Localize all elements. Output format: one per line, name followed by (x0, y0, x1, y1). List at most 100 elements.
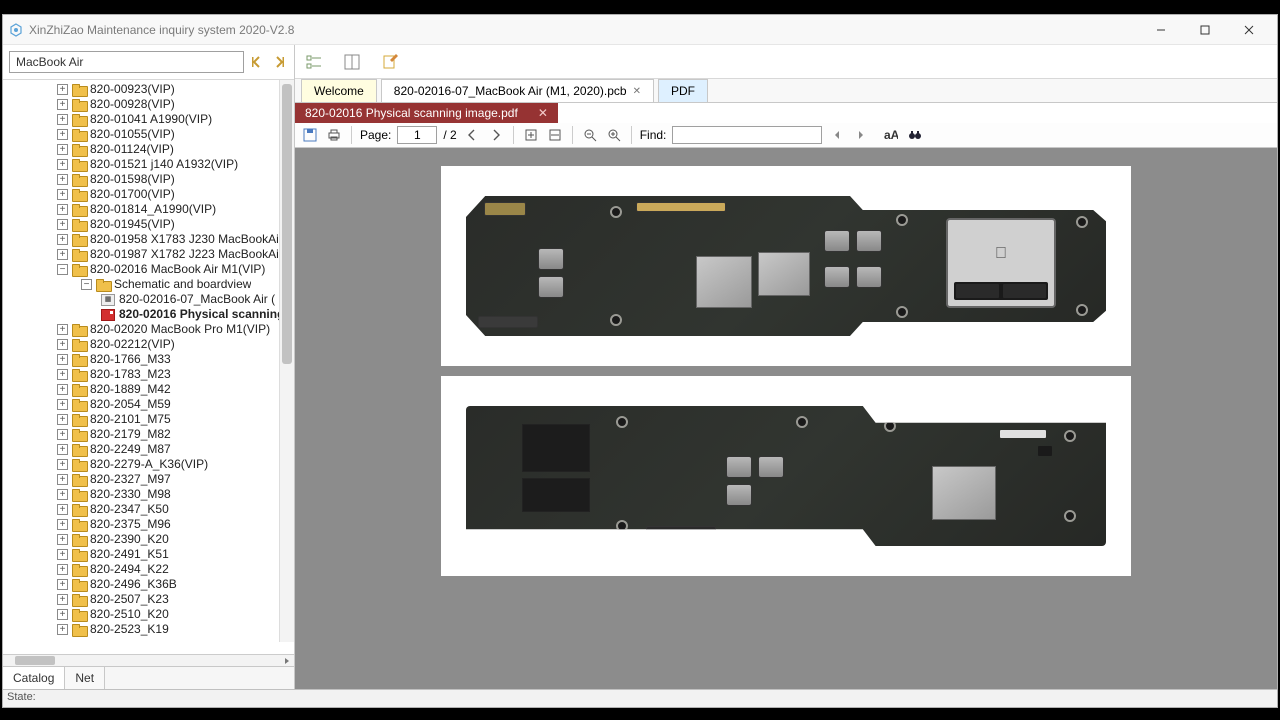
expand-icon[interactable]: + (57, 504, 68, 515)
collapse-icon[interactable]: − (57, 264, 68, 275)
expand-icon[interactable]: + (57, 99, 68, 110)
find-next-icon[interactable] (852, 126, 870, 144)
tree-item[interactable]: +820-2494_K22 (5, 562, 294, 577)
expand-icon[interactable]: + (57, 414, 68, 425)
page-input[interactable] (397, 126, 437, 144)
pdf-viewer[interactable]:  (295, 148, 1277, 689)
zoom-out-icon[interactable] (581, 126, 599, 144)
expand-icon[interactable]: + (57, 339, 68, 350)
tree-item[interactable]: +820-01055(VIP) (5, 127, 294, 142)
expand-icon[interactable]: + (57, 534, 68, 545)
tree-item[interactable]: +820-2523_K19 (5, 622, 294, 637)
next-match-icon[interactable] (270, 53, 288, 71)
expand-icon[interactable]: + (57, 129, 68, 140)
expand-icon[interactable]: + (57, 579, 68, 590)
tree-item[interactable]: +820-01958 X1783 J230 MacBookAir (5, 232, 294, 247)
tab-pdf[interactable]: PDF (658, 79, 708, 102)
expand-icon[interactable]: + (57, 459, 68, 470)
zoom-in-icon[interactable] (605, 126, 623, 144)
close-icon[interactable]: ✕ (633, 86, 641, 97)
prev-match-icon[interactable] (248, 53, 266, 71)
expand-icon[interactable]: + (57, 219, 68, 230)
close-button[interactable] (1227, 16, 1271, 44)
tree-item[interactable]: +820-00923(VIP) (5, 82, 294, 97)
tree-item[interactable]: −820-02016 MacBook Air M1(VIP) (5, 262, 294, 277)
binoculars-icon[interactable] (906, 126, 924, 144)
tree-item[interactable]: +820-01521 j140 A1932(VIP) (5, 157, 294, 172)
tree-item[interactable]: +820-2491_K51 (5, 547, 294, 562)
expand-icon[interactable]: + (57, 519, 68, 530)
tree-item[interactable]: +820-2375_M96 (5, 517, 294, 532)
tree-item[interactable]: +820-2249_M87 (5, 442, 294, 457)
tree-toggle-icon[interactable] (305, 53, 323, 71)
expand-icon[interactable]: + (57, 549, 68, 560)
tab-catalog[interactable]: Catalog (3, 667, 65, 689)
tree-item[interactable]: +820-2279-A_K36(VIP) (5, 457, 294, 472)
edit-note-icon[interactable] (381, 53, 399, 71)
close-icon[interactable]: ✕ (538, 106, 548, 120)
fit-page-icon[interactable] (522, 126, 540, 144)
page-prev-icon[interactable] (463, 126, 481, 144)
tree-item[interactable]: +820-2507_K23 (5, 592, 294, 607)
expand-icon[interactable]: + (57, 474, 68, 485)
expand-icon[interactable]: + (57, 144, 68, 155)
expand-icon[interactable]: + (57, 114, 68, 125)
print-icon[interactable] (325, 126, 343, 144)
expand-icon[interactable]: + (57, 384, 68, 395)
tree-item[interactable]: +820-01814_A1990(VIP) (5, 202, 294, 217)
expand-icon[interactable]: + (57, 609, 68, 620)
search-input[interactable] (9, 51, 244, 73)
fit-width-icon[interactable] (546, 126, 564, 144)
tree-item[interactable]: ▦820-02016-07_MacBook Air ( (5, 292, 294, 307)
find-text-icon[interactable]: aA (882, 126, 900, 144)
find-prev-icon[interactable] (828, 126, 846, 144)
tree-item[interactable]: +820-01700(VIP) (5, 187, 294, 202)
expand-icon[interactable]: + (57, 234, 68, 245)
expand-icon[interactable]: + (57, 369, 68, 380)
tree-item[interactable]: +820-01987 X1782 J223 MacBookAir (5, 247, 294, 262)
catalog-tree[interactable]: +820-00923(VIP)+820-00928(VIP)+820-01041… (3, 80, 294, 639)
expand-icon[interactable]: + (57, 429, 68, 440)
tree-item[interactable]: +820-2510_K20 (5, 607, 294, 622)
layout-icon[interactable] (343, 53, 361, 71)
tree-item[interactable]: +820-00928(VIP) (5, 97, 294, 112)
tree-item[interactable]: +820-2054_M59 (5, 397, 294, 412)
tree-item[interactable]: +820-01124(VIP) (5, 142, 294, 157)
tree-item[interactable]: +820-2496_K36B (5, 577, 294, 592)
tree-item[interactable]: +820-2327_M97 (5, 472, 294, 487)
tab-welcome[interactable]: Welcome (301, 79, 377, 102)
tree-item[interactable]: +820-2347_K50 (5, 502, 294, 517)
tree-item[interactable]: +820-02212(VIP) (5, 337, 294, 352)
expand-icon[interactable]: + (57, 84, 68, 95)
expand-icon[interactable]: + (57, 324, 68, 335)
expand-icon[interactable]: + (57, 174, 68, 185)
expand-icon[interactable]: + (57, 489, 68, 500)
expand-icon[interactable]: + (57, 159, 68, 170)
tree-item[interactable]: −Schematic and boardview (5, 277, 294, 292)
collapse-icon[interactable]: − (81, 279, 92, 290)
tree-item[interactable]: +820-01945(VIP) (5, 217, 294, 232)
expand-icon[interactable]: + (57, 564, 68, 575)
pdf-subtab[interactable]: 820-02016 Physical scanning image.pdf ✕ (295, 103, 558, 123)
tree-item[interactable]: +820-1889_M42 (5, 382, 294, 397)
expand-icon[interactable]: + (57, 399, 68, 410)
expand-icon[interactable]: + (57, 594, 68, 605)
find-input[interactable] (672, 126, 822, 144)
tree-vscroll[interactable] (279, 80, 294, 642)
tree-item[interactable]: +820-2330_M98 (5, 487, 294, 502)
tree-item[interactable]: +820-02020 MacBook Pro M1(VIP) (5, 322, 294, 337)
tab-net[interactable]: Net (65, 667, 105, 689)
expand-icon[interactable]: + (57, 189, 68, 200)
page-next-icon[interactable] (487, 126, 505, 144)
tree-item[interactable]: +820-2179_M82 (5, 427, 294, 442)
tree-item[interactable]: +820-01041 A1990(VIP) (5, 112, 294, 127)
tree-item[interactable]: +820-01598(VIP) (5, 172, 294, 187)
minimize-button[interactable] (1139, 16, 1183, 44)
tree-item[interactable]: +820-2101_M75 (5, 412, 294, 427)
tree-hscroll[interactable] (3, 654, 294, 666)
expand-icon[interactable]: + (57, 204, 68, 215)
expand-icon[interactable]: + (57, 354, 68, 365)
expand-icon[interactable]: + (57, 249, 68, 260)
expand-icon[interactable]: + (57, 624, 68, 635)
tree-item[interactable]: +820-1766_M33 (5, 352, 294, 367)
